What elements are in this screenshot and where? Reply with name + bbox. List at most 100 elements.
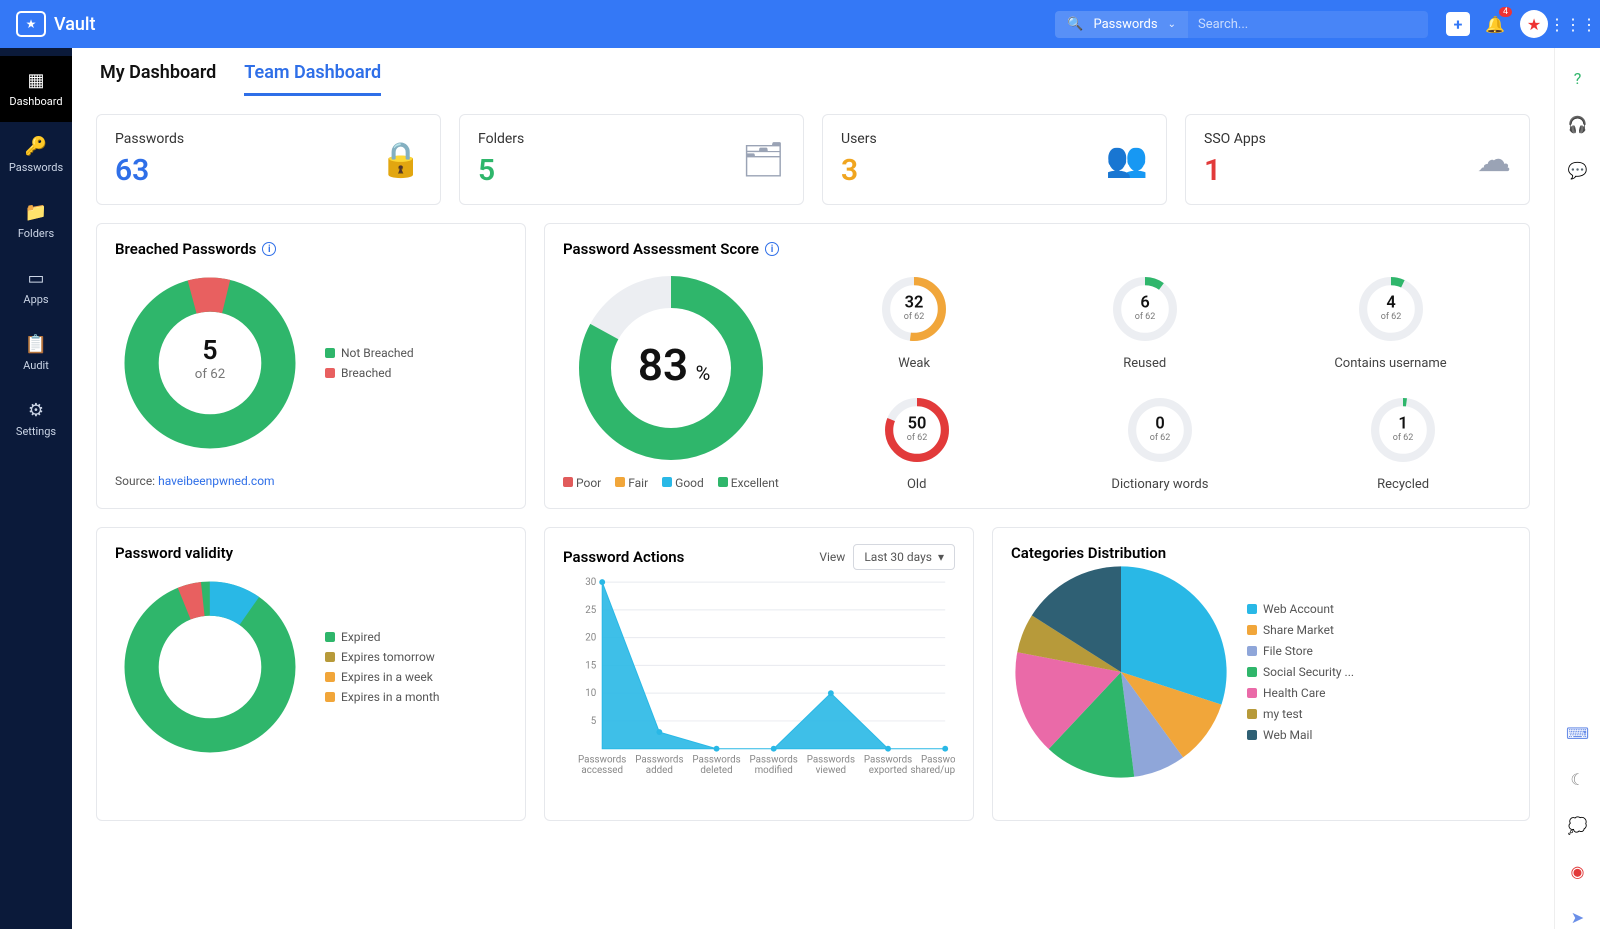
chat-icon[interactable]: 💬 — [1566, 158, 1590, 182]
location-icon[interactable]: ◉ — [1566, 859, 1590, 883]
svg-text:Passwords: Passwords — [578, 754, 626, 765]
tab-team-dashboard[interactable]: Team Dashboard — [244, 62, 381, 96]
svg-text:of 62: of 62 — [1150, 433, 1171, 443]
chevron-down-icon: ▾ — [938, 550, 944, 564]
svg-text:32: 32 — [905, 293, 924, 312]
nav-dashboard[interactable]: ▦ Dashboard — [0, 56, 72, 122]
svg-text:30: 30 — [585, 577, 596, 588]
svg-text:of 62: of 62 — [906, 433, 927, 443]
svg-text:deleted: deleted — [700, 765, 732, 776]
view-label: View — [819, 550, 845, 564]
svg-text:exported: exported — [869, 765, 908, 776]
card-actions: Password Actions View Last 30 days▾ 5101… — [544, 527, 974, 821]
mini-metric[interactable]: 50 of 62 Old — [876, 389, 958, 492]
notifications-button[interactable]: 🔔 4 — [1484, 13, 1506, 35]
stat-label: Users — [841, 131, 877, 147]
svg-text:viewed: viewed — [816, 765, 846, 776]
legend-item: File Store — [1247, 644, 1354, 658]
legend-item: Share Market — [1247, 623, 1354, 637]
bell-icon: 🔔 — [1485, 15, 1505, 34]
svg-text:Passwords: Passwords — [750, 754, 798, 765]
info-icon[interactable]: i — [765, 242, 779, 256]
card-categories: Categories Distribution Web AccountShare… — [992, 527, 1530, 821]
breached-donut: 5 of 62 — [115, 268, 305, 458]
mini-metric[interactable]: 0 of 62 Dictionary words — [1111, 389, 1208, 492]
headphones-icon[interactable]: 🎧 — [1566, 112, 1590, 136]
stat-label: Folders — [478, 131, 524, 147]
assessment-donut: 83 % — [571, 268, 771, 468]
mini-metric[interactable]: 6 of 62 Reused — [1104, 268, 1186, 371]
nav-label: Apps — [23, 293, 48, 306]
stat-value: 1 — [1204, 153, 1266, 188]
source-link[interactable]: haveibeenpwned.com — [158, 474, 274, 488]
stat-label: Passwords — [115, 131, 184, 147]
svg-text:25: 25 — [585, 605, 597, 616]
svg-text:accessed: accessed — [581, 765, 623, 776]
svg-text:5: 5 — [202, 335, 217, 366]
svg-text:83: 83 — [638, 339, 688, 391]
svg-text:Passwords: Passwords — [921, 754, 955, 765]
stat-value: 3 — [841, 153, 877, 188]
svg-text:10: 10 — [585, 688, 596, 699]
nav-passwords[interactable]: 🔑 Passwords — [0, 122, 72, 188]
stat-label: SSO Apps — [1204, 131, 1266, 147]
legend-label: Expires in a week — [341, 670, 433, 684]
svg-text:6: 6 — [1140, 293, 1149, 312]
search-input[interactable] — [1188, 11, 1428, 38]
moon-icon[interactable]: ☾ — [1566, 767, 1590, 791]
mini-metric[interactable]: 4 of 62 Contains username — [1334, 268, 1446, 371]
card-title: Password Assessment Score — [563, 240, 759, 258]
nav-label: Audit — [23, 359, 49, 372]
tab-my-dashboard[interactable]: My Dashboard — [100, 62, 216, 96]
svg-text:Passwords: Passwords — [635, 754, 683, 765]
stat-sso[interactable]: SSO Apps 1 ☁ — [1185, 114, 1530, 205]
nav-audit[interactable]: 📋 Audit — [0, 320, 72, 386]
mini-row: 50 of 62 Old 0 of 62 Dictionary words 1 … — [809, 389, 1511, 492]
nav-settings[interactable]: ⚙ Settings — [0, 386, 72, 452]
view-range-dropdown[interactable]: Last 30 days▾ — [853, 544, 955, 570]
help-icon[interactable]: ? — [1566, 66, 1590, 90]
svg-text:15: 15 — [585, 660, 597, 671]
profile-avatar[interactable]: ★ — [1520, 10, 1548, 38]
legend-item: my test — [1247, 707, 1354, 721]
add-button[interactable]: + — [1446, 12, 1470, 36]
svg-text:50: 50 — [907, 414, 926, 433]
card-title: Breached Passwords — [115, 240, 256, 258]
key-icon: 🔑 — [25, 136, 47, 157]
vault-logo-icon — [16, 11, 46, 37]
info-icon[interactable]: i — [262, 242, 276, 256]
mini-row: 32 of 62 Weak 6 of 62 Reused 4 of 62 Con… — [809, 268, 1511, 371]
mini-metric[interactable]: 32 of 62 Weak — [873, 268, 955, 371]
folder-icon: 📁 — [25, 202, 47, 223]
cursor-icon[interactable]: ➤ — [1566, 905, 1590, 929]
stat-folders[interactable]: Folders 5 🗂 — [459, 114, 804, 205]
svg-text:20: 20 — [585, 633, 596, 644]
main-content: My Dashboard Team Dashboard Passwords 63… — [72, 48, 1554, 929]
mini-metric[interactable]: 1 of 62 Recycled — [1362, 389, 1444, 492]
validity-legend: Expired Expires tomorrow Expires in a we… — [325, 630, 439, 704]
breached-legend: Not Breached Breached — [325, 346, 414, 380]
svg-text:5: 5 — [591, 716, 597, 727]
actions-chart: 51015202530PasswordsaccessedPasswordsadd… — [563, 570, 955, 800]
legend-item: Web Mail — [1247, 728, 1354, 742]
feedback-icon[interactable]: 💭 — [1566, 813, 1590, 837]
legend-label: Expired — [341, 630, 381, 644]
card-title: Categories Distribution — [1011, 544, 1511, 562]
stat-passwords[interactable]: Passwords 63 🔒 — [96, 114, 441, 205]
search-category-dropdown[interactable]: 🔍 Passwords ⌄ — [1055, 11, 1188, 38]
keyboard-icon[interactable]: ⌨ — [1566, 721, 1590, 745]
chevron-down-icon: ⌄ — [1168, 19, 1176, 30]
apps-grid-icon: ⋮⋮⋮ — [1549, 15, 1597, 34]
breached-source: Source: haveibeenpwned.com — [115, 474, 507, 488]
nav-apps[interactable]: ▭ Apps — [0, 254, 72, 320]
svg-text:Passwords: Passwords — [692, 754, 740, 765]
svg-text:Passwords: Passwords — [864, 754, 912, 765]
stat-value: 5 — [478, 153, 524, 188]
stat-users[interactable]: Users 3 👥 — [822, 114, 1167, 205]
legend-item: Health Care — [1247, 686, 1354, 700]
nav-label: Folders — [18, 227, 54, 240]
apps-grid-button[interactable]: ⋮⋮⋮ — [1562, 13, 1584, 35]
categories-legend: Web AccountShare MarketFile StoreSocial … — [1247, 602, 1354, 742]
legend-label: Expires in a month — [341, 690, 439, 704]
nav-folders[interactable]: 📁 Folders — [0, 188, 72, 254]
